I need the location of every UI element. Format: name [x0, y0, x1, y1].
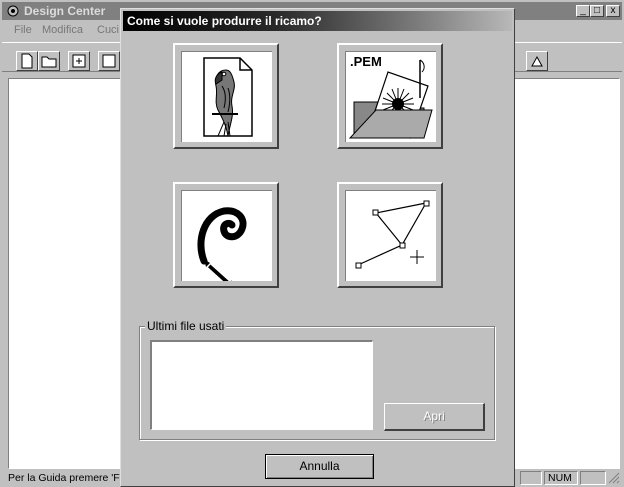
from-image-button[interactable]: [173, 43, 279, 149]
point-to-point-icon: [355, 200, 430, 269]
menu-modifica[interactable]: Modifica: [42, 24, 83, 36]
recent-files-label: Ultimi file usati: [145, 319, 227, 333]
recent-files-list[interactable]: [150, 340, 373, 430]
status-hint: Per la Guida premere 'F: [8, 472, 120, 484]
save-button[interactable]: [98, 51, 120, 71]
pem-folder-icon: .PEM: [348, 54, 433, 139]
from-pem-face: .PEM: [345, 51, 436, 142]
open-button[interactable]: Apri: [384, 403, 485, 431]
from-pem-button[interactable]: .PEM: [337, 43, 443, 149]
status-num: NUM: [544, 471, 578, 485]
dialog-title-bar: Come si vuole produrre il ricamo?: [123, 11, 512, 31]
app-icon: [7, 5, 19, 17]
minimize-button[interactable]: _: [576, 5, 590, 17]
new-file-icon: [21, 53, 33, 69]
new-file-button[interactable]: [16, 51, 38, 71]
status-panel-empty: [520, 471, 542, 485]
dialog-title: Come si vuole produrre il ricamo?: [127, 14, 322, 28]
point-to-point-button[interactable]: [337, 182, 443, 288]
maximize-button[interactable]: □: [590, 5, 604, 17]
extra-tool-button[interactable]: [526, 51, 548, 71]
from-image-face: [181, 51, 272, 142]
import-icon: [72, 54, 86, 68]
open-file-button[interactable]: [38, 51, 60, 71]
pem-label: .PEM: [350, 54, 382, 69]
save-icon: [102, 54, 116, 68]
freehand-button[interactable]: [173, 182, 279, 288]
status-panel-scroll: [580, 471, 606, 485]
freehand-pen-icon: [197, 207, 247, 288]
tool-icon: [531, 55, 543, 67]
freehand-face: [181, 190, 272, 288]
cancel-button[interactable]: Annulla: [265, 454, 374, 479]
point-to-point-face: [345, 190, 436, 281]
parrot-image-file-icon: [203, 57, 253, 137]
menu-cuci[interactable]: Cuci: [97, 24, 119, 36]
embroidery-dialog: Come si vuole produrre il ricamo? .PEM U…: [120, 8, 515, 487]
menu-file[interactable]: File: [14, 24, 32, 36]
main-title: Design Center: [24, 4, 106, 18]
open-folder-icon: [41, 56, 57, 68]
resize-grip-icon[interactable]: [608, 472, 620, 484]
import-button[interactable]: [68, 51, 90, 71]
close-button[interactable]: x: [606, 5, 620, 17]
